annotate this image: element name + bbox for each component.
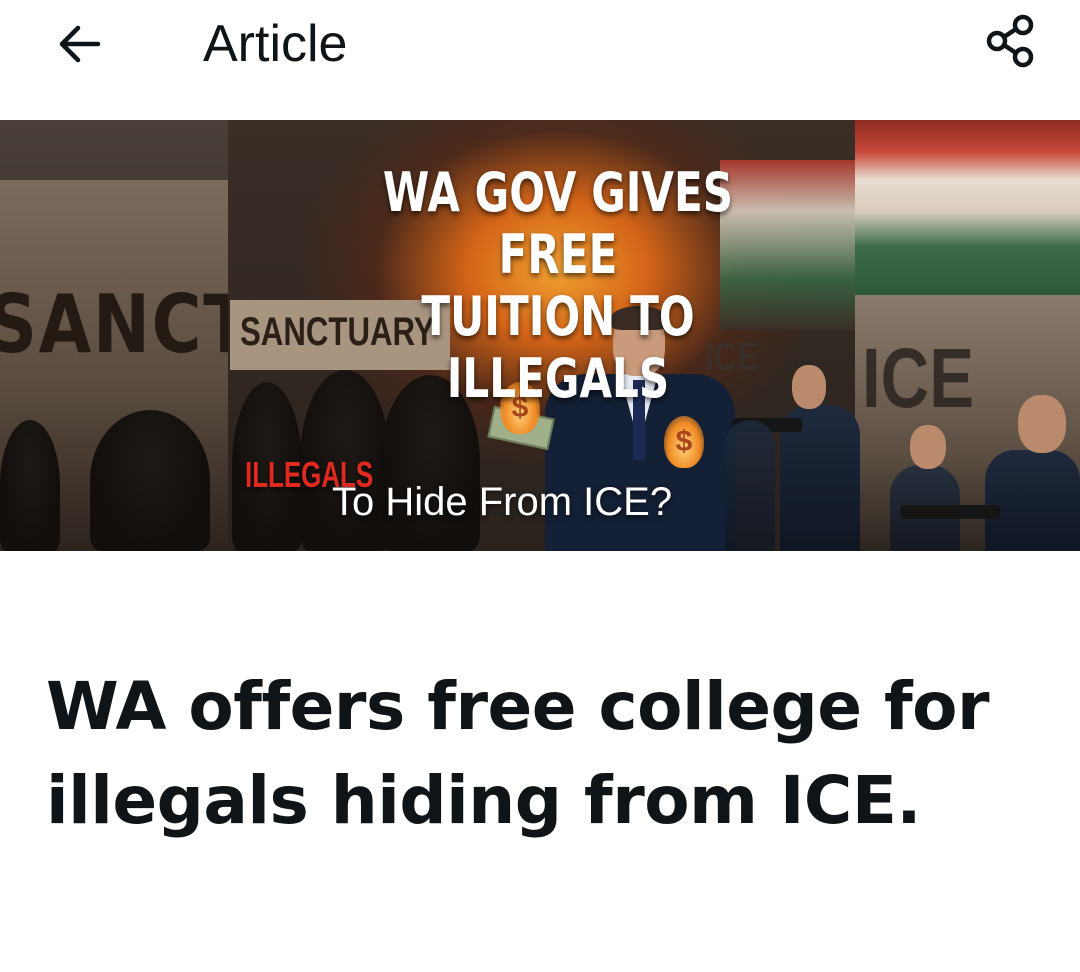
officer-head xyxy=(1018,395,1066,453)
arrow-left-icon xyxy=(59,25,101,63)
share-icon xyxy=(986,14,1034,68)
share-button[interactable] xyxy=(978,8,1044,74)
sign-ice-big: ICE xyxy=(862,331,975,425)
banner-subline: To Hide From ICE? xyxy=(332,480,673,524)
officer-head xyxy=(792,365,826,409)
hooded-figure xyxy=(0,420,60,551)
banner-headline: WA GOV GIVES FREE TUITION TO ILLEGALS xyxy=(382,161,734,410)
article-title: WA offers free college for illegals hidi… xyxy=(46,668,990,839)
officer-figure xyxy=(985,450,1080,551)
back-button[interactable] xyxy=(50,14,110,74)
hooded-figure xyxy=(90,410,210,551)
rifle xyxy=(900,505,1000,519)
top-app-bar: Article xyxy=(0,0,1080,92)
article-cover-image[interactable]: SANCTU ICE ICE SANCTUARY $ $ WA GOV GIVE… xyxy=(0,120,1080,551)
flaming-dollar-icon: $ xyxy=(664,416,704,468)
officer-figure xyxy=(725,420,775,551)
page-title: Article xyxy=(203,15,348,73)
officer-head xyxy=(910,425,946,469)
